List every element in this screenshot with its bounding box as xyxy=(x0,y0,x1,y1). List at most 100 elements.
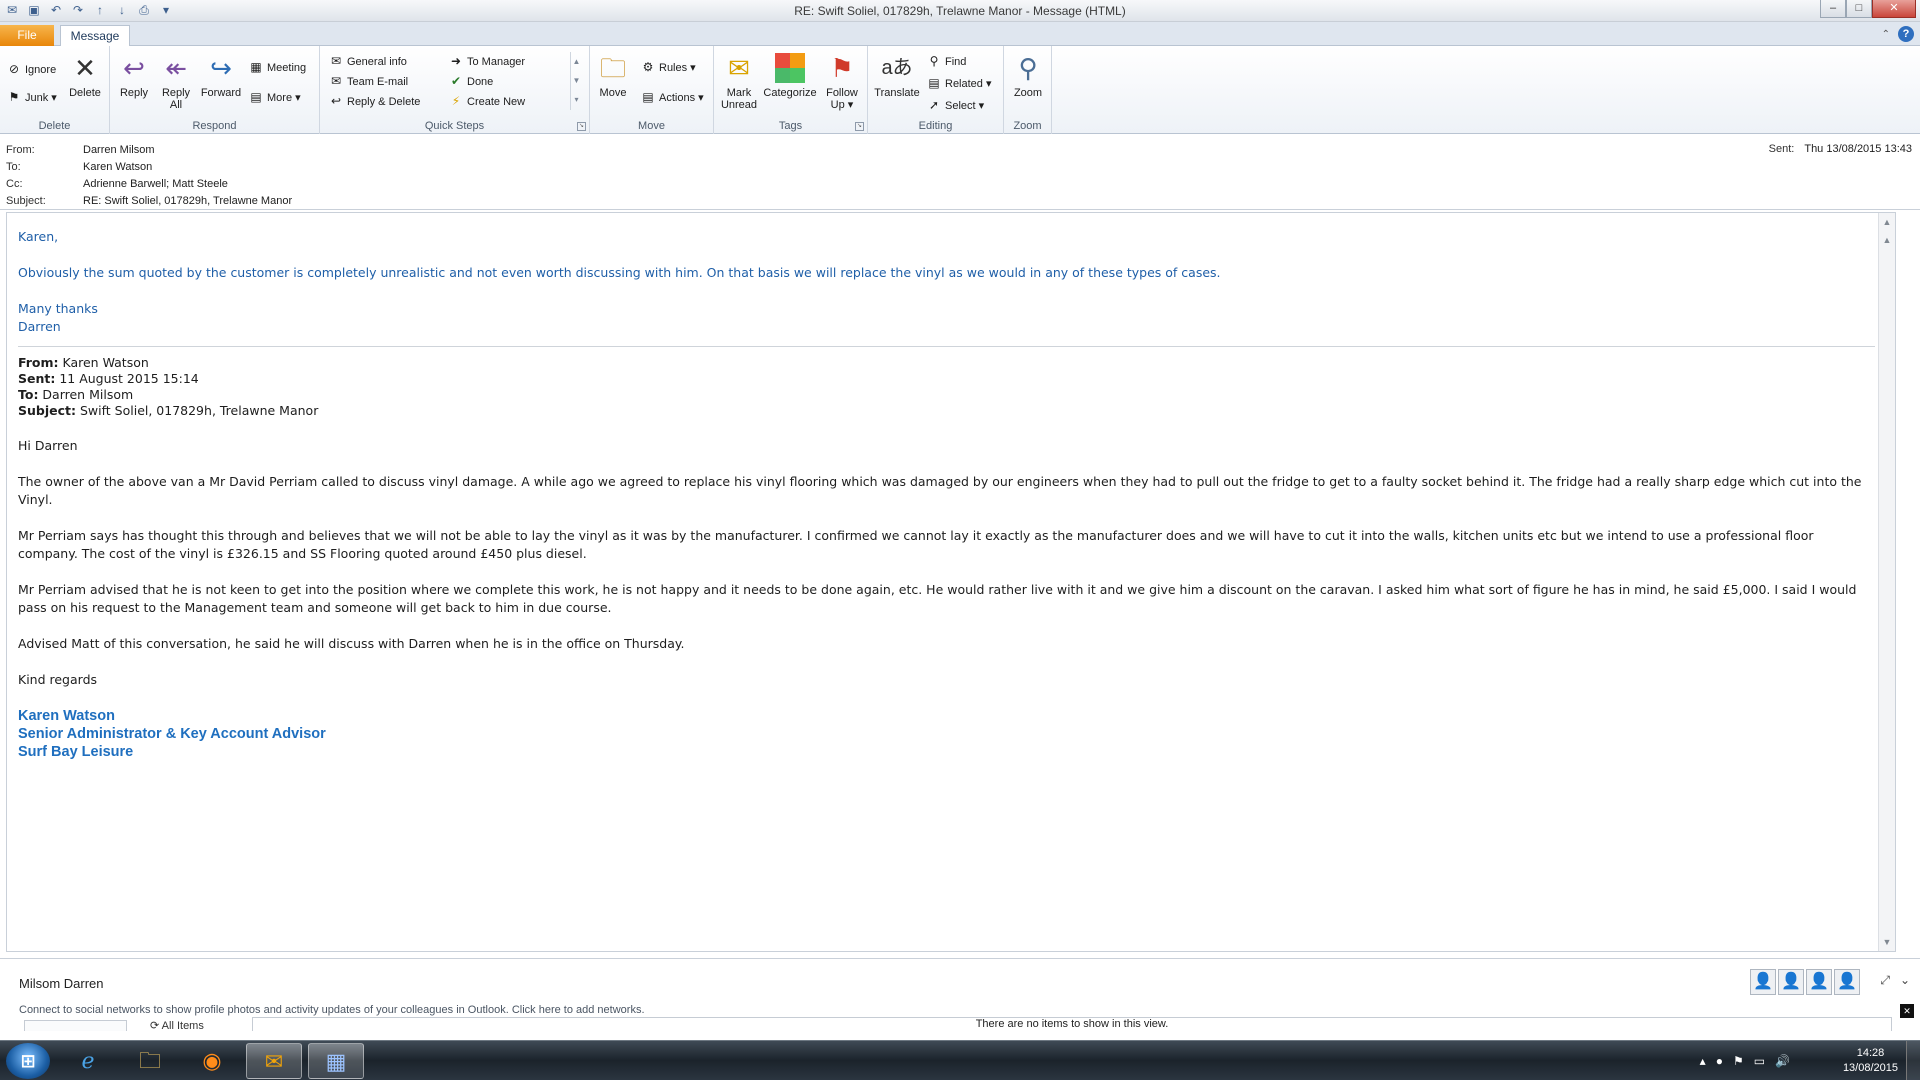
meeting-button[interactable]: ▦ Meeting xyxy=(248,58,306,76)
quickstep-label: Team E-mail xyxy=(347,76,409,88)
zoom-button[interactable]: ⚲ Zoom xyxy=(1010,52,1046,99)
more-respond-button[interactable]: ▤ More ▾ xyxy=(248,88,300,106)
maximize-button[interactable]: □ xyxy=(1846,0,1872,18)
move-label: Move xyxy=(599,87,627,99)
system-clock[interactable]: 14:28 13/08/2015 xyxy=(1843,1046,1898,1076)
quickstep-create-new[interactable]: ⚡ Create New xyxy=(448,92,525,110)
message-body[interactable]: Karen, Obviously the sum quoted by the c… xyxy=(6,212,1896,952)
collapse-chevron-icon[interactable]: ⌄ xyxy=(1900,973,1910,988)
move-group-label: Move xyxy=(638,120,665,132)
mark-unread-button[interactable]: ✉ Mark Unread xyxy=(718,52,760,111)
reply-greeting: Karen, xyxy=(18,229,59,244)
social-network-prompt[interactable]: Connect to social networks to show profi… xyxy=(19,1004,645,1016)
scroll-down-arrow[interactable]: ▼ xyxy=(1879,937,1895,947)
zoom-label: Zoom xyxy=(1013,87,1043,99)
ignore-icon: ⊘ xyxy=(8,62,20,76)
expand-gallery-icon[interactable]: ▾ xyxy=(571,90,582,109)
quick-steps-scroller[interactable]: ▲ ▼ ▾ xyxy=(570,52,582,110)
reply-all-label-1: Reply xyxy=(161,87,191,99)
outlook-taskbar-icon[interactable]: ✉ xyxy=(246,1043,302,1079)
quoted-subject-value: Swift Soliel, 017829h, Trelawne Manor xyxy=(76,403,319,418)
close-button[interactable]: ✕ xyxy=(1872,0,1916,18)
all-items-tab[interactable]: ⟳ All Items xyxy=(150,1019,204,1032)
system-tray: ▴ ● ⚑ ▭ 🔊 xyxy=(1700,1041,1790,1080)
window-controls: – □ ✕ xyxy=(1820,0,1916,18)
volume-icon[interactable]: 🔊 xyxy=(1775,1054,1790,1068)
internet-explorer-icon[interactable]: ℯ xyxy=(60,1043,116,1079)
quickstep-label: General info xyxy=(347,56,407,68)
reply-button[interactable]: ↩ Reply xyxy=(116,52,152,99)
start-button[interactable]: ⊞ xyxy=(6,1043,50,1079)
pane-close-icon[interactable]: ✕ xyxy=(1900,1004,1914,1018)
quoted-subject: Subject: Swift Soliel, 017829h, Trelawne… xyxy=(18,403,1875,419)
people-pane-strip: ⟳ All Items There are no items to show i… xyxy=(0,1004,1920,1032)
file-explorer-icon[interactable]: 🗀 xyxy=(122,1043,178,1079)
avatar[interactable]: 👤 xyxy=(1750,969,1776,995)
body-scrollbar[interactable]: ▲ ▲ ▼ xyxy=(1878,213,1895,951)
scroll-down-icon[interactable]: ▼ xyxy=(571,71,582,90)
actions-button[interactable]: ▤ Actions ▾ xyxy=(640,88,703,106)
quickstep-label: Reply & Delete xyxy=(347,96,421,108)
meeting-label: Meeting xyxy=(267,62,307,74)
quick-steps-launcher[interactable]: ↘ xyxy=(577,122,586,131)
move-button[interactable]: 🗀 Move xyxy=(596,52,630,99)
junk-button[interactable]: ⚑ Junk ▾ xyxy=(6,88,57,106)
quoted-separator xyxy=(18,346,1875,347)
quickstep-general-info[interactable]: ✉ General info xyxy=(328,52,407,70)
scroll-up-icon[interactable]: ▲ xyxy=(571,52,582,71)
avatar[interactable]: 👤 xyxy=(1834,969,1860,995)
scroll-up-arrow[interactable]: ▲ xyxy=(1879,217,1895,227)
quoted-paragraph: Mr Perriam says has thought this through… xyxy=(18,528,1814,561)
minimize-button[interactable]: – xyxy=(1820,0,1846,18)
quickstep-reply-delete[interactable]: ↩ Reply & Delete xyxy=(328,92,420,110)
reply-all-button[interactable]: ↞ Reply All xyxy=(158,52,194,111)
reply-icon: ↩ xyxy=(123,53,145,83)
show-desktop-button[interactable] xyxy=(1906,1041,1920,1080)
general-info-icon: ✉ xyxy=(330,54,342,68)
expand-icon[interactable]: ⤢ xyxy=(1880,973,1890,988)
delete-group: ⊘ Ignore ⚑ Junk ▾ ✕ Delete Delete xyxy=(0,46,110,134)
firefox-icon[interactable]: ◉ xyxy=(184,1043,240,1079)
quickstep-team-email[interactable]: ✉ Team E-mail xyxy=(328,72,408,90)
rules-label: Rules ▾ xyxy=(659,62,696,74)
from-value[interactable]: Darren Milsom xyxy=(83,144,155,156)
signature-title: Senior Administrator & Key Account Advis… xyxy=(18,726,326,742)
tags-group: ✉ Mark Unread Categorize ⚑ Follow Up ▾ Tags … xyxy=(714,46,868,134)
to-value[interactable]: Karen Watson xyxy=(83,161,152,173)
delete-button[interactable]: ✕ Delete xyxy=(66,52,104,99)
cc-value[interactable]: Adrienne Barwell; Matt Steele xyxy=(83,178,228,190)
translate-button[interactable]: aあ Translate xyxy=(874,52,920,99)
all-items-label: All Items xyxy=(161,1020,204,1032)
forward-button[interactable]: ↪ Forward xyxy=(200,52,242,99)
people-pane-tab[interactable] xyxy=(24,1020,127,1031)
reply-name: Darren xyxy=(18,319,61,334)
calculator-taskbar-icon[interactable]: ▦ xyxy=(308,1043,364,1079)
meeting-icon: ▦ xyxy=(250,60,262,74)
rules-button[interactable]: ⚙ Rules ▾ xyxy=(640,58,696,76)
people-pane-contact[interactable]: Milsom Darren xyxy=(19,976,104,991)
tab-file[interactable]: File xyxy=(0,25,54,46)
help-icon[interactable]: ? xyxy=(1898,26,1914,42)
quickstep-to-manager[interactable]: ➜ To Manager xyxy=(448,52,525,70)
minimize-ribbon-icon[interactable]: ⌃ xyxy=(1882,29,1890,40)
tab-message[interactable]: Message xyxy=(60,25,130,47)
tags-launcher[interactable]: ↘ xyxy=(855,122,864,131)
header-subject-row: Subject: RE: Swift Soliel, 017829h, Trela… xyxy=(6,193,292,209)
avatar[interactable]: 👤 xyxy=(1806,969,1832,995)
cc-label: Cc: xyxy=(6,178,23,190)
header-cc-row: Cc: Adrienne Barwell; Matt Steele xyxy=(6,176,228,192)
categorize-button[interactable]: Categorize xyxy=(762,52,818,99)
follow-up-button[interactable]: ⚑ Follow Up ▾ xyxy=(822,52,862,111)
find-button[interactable]: ⚲ Find xyxy=(926,52,967,70)
show-hidden-icons[interactable]: ▴ xyxy=(1700,1054,1706,1068)
network-icon[interactable]: ▭ xyxy=(1754,1054,1765,1068)
select-button[interactable]: ➚ Select ▾ xyxy=(926,96,984,114)
status-circle-icon[interactable]: ● xyxy=(1716,1054,1723,1068)
related-button[interactable]: ▤ Related ▾ xyxy=(926,74,991,92)
scroll-up-arrow[interactable]: ▲ xyxy=(1879,235,1895,245)
avatar[interactable]: 👤 xyxy=(1778,969,1804,995)
quickstep-done[interactable]: ✔ Done xyxy=(448,72,493,90)
ignore-button[interactable]: ⊘ Ignore xyxy=(6,60,56,78)
quoted-to-value: Darren Milsom xyxy=(38,387,134,402)
action-center-flag-icon[interactable]: ⚑ xyxy=(1733,1054,1744,1068)
